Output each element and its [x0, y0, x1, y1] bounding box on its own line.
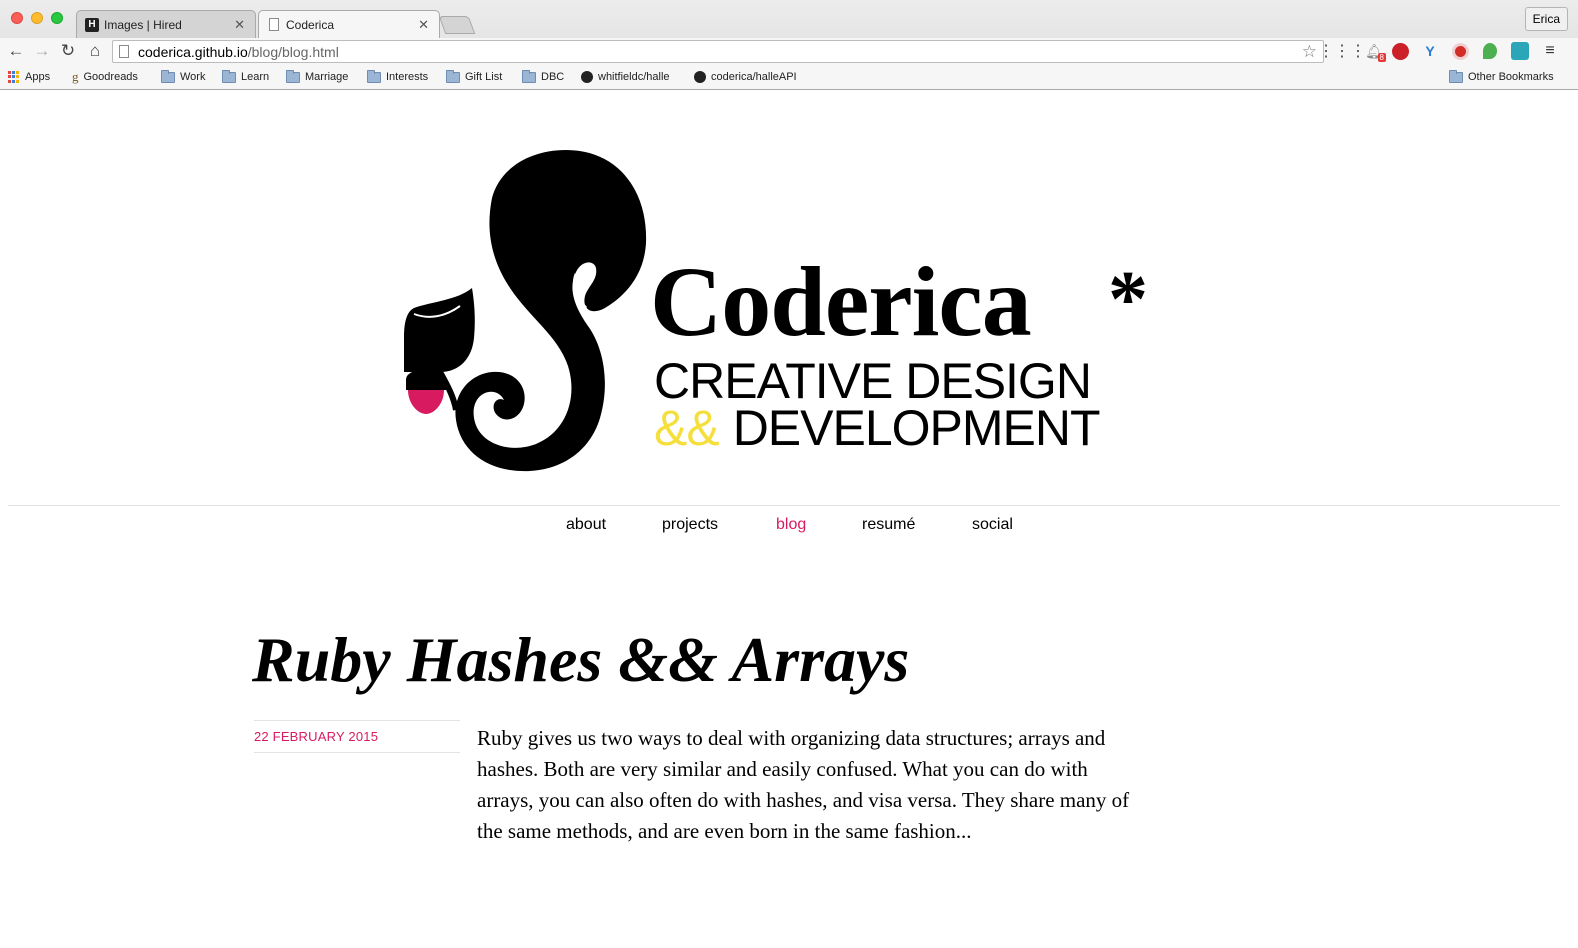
minimize-window-button[interactable] [31, 12, 43, 24]
close-tab-icon[interactable]: ✕ [234, 17, 245, 33]
evernote-icon[interactable] [1480, 41, 1500, 61]
bookmark-label: Goodreads [83, 71, 138, 83]
bookmark-label: Learn [241, 71, 270, 83]
apps-grid-icon [8, 71, 20, 83]
tab-coderica[interactable]: Coderica ✕ [258, 10, 440, 38]
tab-title: Images | Hired [104, 17, 182, 32]
bookmark-marriage[interactable]: Marriage [286, 69, 348, 85]
nav-item-projects[interactable]: projects [662, 514, 718, 536]
page: Coderica * CREATIVE DESIGN && DEVELOPMENT… [0, 90, 1578, 948]
bookmark-interests[interactable]: Interests [367, 69, 428, 85]
bookmark-label: DBC [541, 71, 565, 83]
github-icon [694, 71, 706, 83]
apps-grid-icon[interactable]: ⋮⋮⋮ [1318, 41, 1366, 61]
close-window-button[interactable] [11, 12, 23, 24]
folder-icon [522, 69, 536, 83]
nav-item-social[interactable]: social [972, 514, 1013, 536]
bookmark-other-bookmarks[interactable]: Other Bookmarks [1449, 69, 1554, 85]
bookmark-label: Gift List [465, 71, 503, 83]
nav-item-blog[interactable]: blog [776, 514, 806, 536]
bookmark-label: Work [180, 71, 206, 83]
post-title[interactable]: Ruby Hashes && Arrays [252, 620, 909, 700]
tagline-line-2: && DEVELOPMENT [654, 400, 1101, 456]
hired-favicon-icon: H [85, 17, 99, 32]
tagline-ampersands: && [654, 400, 720, 456]
back-arrow-icon[interactable]: ← [5, 40, 27, 62]
bookmark-label: Interests [386, 71, 429, 83]
bookmarks-bar: Apps g Goodreads Work Learn Marriage Int… [0, 65, 1578, 89]
url-path: /blog/blog.html [247, 43, 339, 60]
bookmark-goodreads[interactable]: g Goodreads [72, 69, 138, 85]
toolbar: ← → ↻ ⌂ coderica.github.io/blog/blog.htm… [0, 38, 1578, 65]
tab-title: Coderica [286, 17, 335, 32]
y-extension-icon[interactable]: Y [1420, 41, 1440, 61]
nav-item-resume[interactable]: resumé [862, 514, 915, 536]
reload-icon[interactable]: ↻ [57, 40, 79, 62]
menu-icon[interactable]: ≡ [1540, 41, 1560, 61]
bookmark-learn[interactable]: Learn [222, 69, 269, 85]
forward-arrow-icon[interactable]: → [31, 40, 53, 62]
folder-icon [161, 69, 175, 83]
bookmark-apps[interactable]: Apps [8, 69, 50, 85]
pinterest-icon[interactable] [1390, 41, 1410, 61]
bookmark-label: Marriage [305, 71, 349, 83]
goodreads-icon: g [72, 69, 79, 84]
bookmark-label: Other Bookmarks [1468, 71, 1554, 83]
bookmark-star-icon[interactable]: ☆ [1302, 41, 1317, 62]
browser-chrome: H Images | Hired ✕ Coderica ✕ Erica ← → … [0, 0, 1578, 90]
document-icon [267, 18, 281, 32]
bookmark-gift-list[interactable]: Gift List [446, 69, 502, 85]
url-host: coderica.github.io [138, 43, 248, 60]
bookmark-whitfieldc-halle[interactable]: whitfieldc/halle [581, 69, 670, 85]
bookmark-label: coderica/halleAPI [711, 71, 797, 83]
lastpass-icon[interactable] [1450, 41, 1470, 61]
zoom-window-button[interactable] [51, 12, 63, 24]
page-icon [119, 45, 129, 58]
profile-button[interactable]: Erica [1524, 7, 1568, 31]
close-tab-icon[interactable]: ✕ [418, 17, 429, 33]
brand-asterisk: * [1108, 256, 1148, 344]
badge-count: 8 [1377, 53, 1386, 62]
post-excerpt: Ruby gives us two ways to deal with orga… [477, 726, 1130, 843]
new-tab-button[interactable] [438, 16, 476, 34]
header-divider [8, 505, 1560, 506]
tab-images-hired[interactable]: H Images | Hired ✕ [76, 10, 256, 38]
main-nav: about projects blog resumé social [0, 514, 1578, 538]
folder-icon [367, 69, 381, 83]
bookmark-label: whitfieldc/halle [598, 71, 670, 83]
wave-extension-icon[interactable] [1510, 41, 1530, 61]
home-icon[interactable]: ⌂ [84, 40, 106, 62]
folder-icon [446, 69, 460, 83]
brand-name: Coderica [650, 246, 1032, 357]
post-date: 22 FEBRUARY 2015 [254, 729, 379, 744]
folder-icon [1449, 69, 1463, 83]
bookmark-coderica-halleapi[interactable]: coderica/halleAPI [694, 69, 797, 85]
bookmark-label: Apps [25, 71, 51, 83]
post-date-box: 22 FEBRUARY 2015 [254, 720, 460, 753]
bookmark-work[interactable]: Work [161, 69, 205, 85]
notifications-bell-icon[interactable]: 🔔︎ 8 [1364, 41, 1386, 62]
tagline-development: DEVELOPMENT [732, 400, 1101, 456]
folder-icon [222, 69, 236, 83]
bookmark-dbc[interactable]: DBC [522, 69, 564, 85]
folder-icon [286, 69, 300, 83]
github-icon [581, 71, 593, 83]
address-bar[interactable]: coderica.github.io/blog/blog.html ☆ [112, 40, 1324, 63]
coderica-logo-icon[interactable] [400, 148, 650, 478]
nav-item-about[interactable]: about [566, 514, 606, 536]
